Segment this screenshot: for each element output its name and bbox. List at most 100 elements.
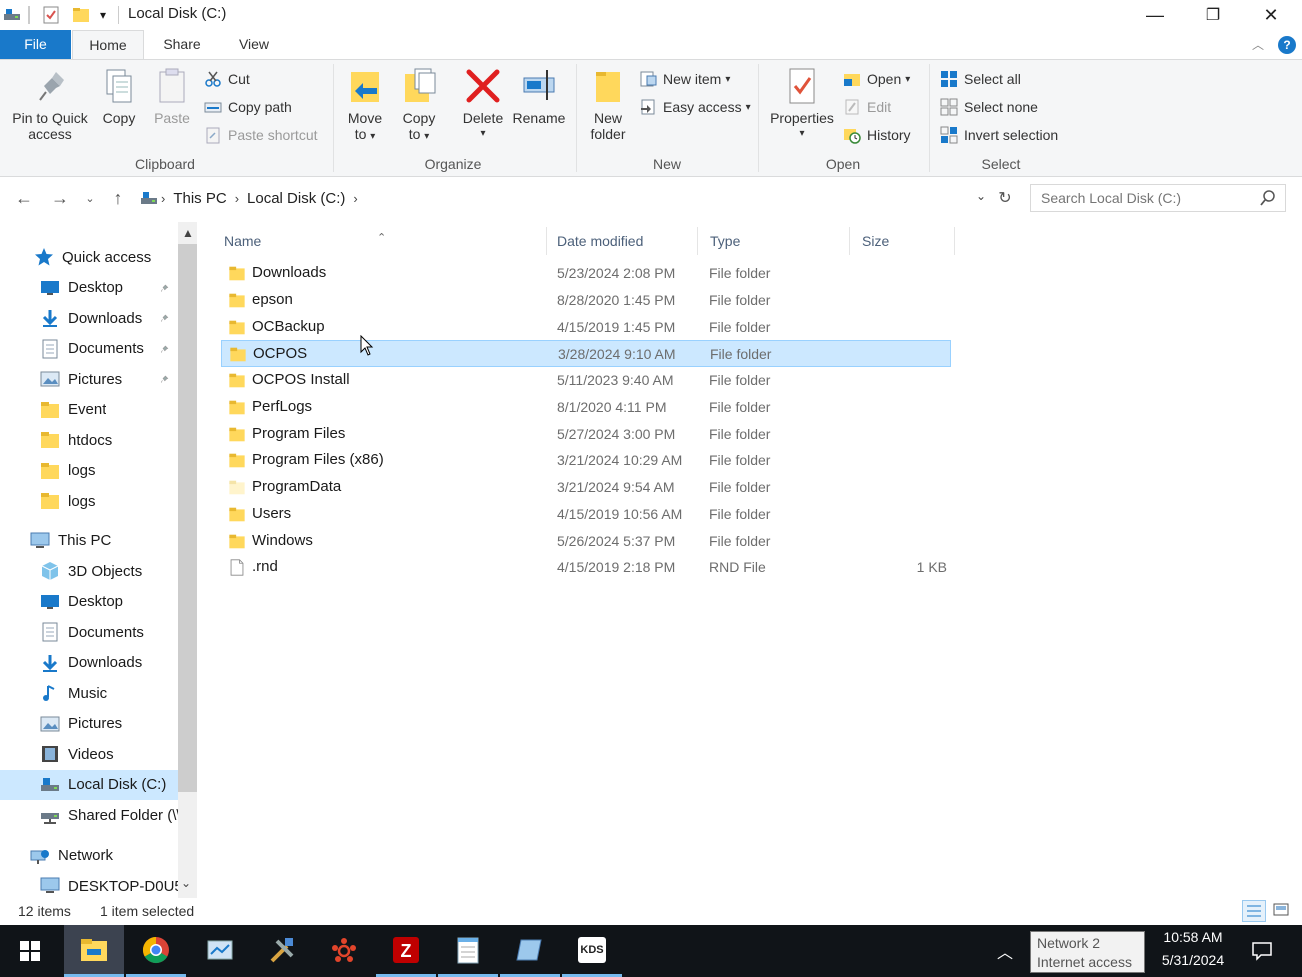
- nav-quick-item[interactable]: Documents: [0, 334, 178, 364]
- scroll-down-chevron-icon[interactable]: ⌄: [181, 876, 191, 890]
- large-icons-view-icon[interactable]: [1270, 900, 1294, 922]
- new-folder-qa-icon[interactable]: [70, 4, 92, 26]
- nav-pc-item[interactable]: Music: [0, 678, 178, 708]
- show-hidden-icons-chevron-icon[interactable]: ︿: [990, 925, 1020, 977]
- properties-button[interactable]: Properties ▾: [766, 66, 838, 142]
- nav-pc-item[interactable]: Shared Folder (\\: [0, 800, 178, 830]
- column-header-size[interactable]: Size: [850, 227, 955, 255]
- properties-check-icon[interactable]: [40, 4, 62, 26]
- file-row[interactable]: PerfLogs 8/1/2020 4:11 PM File folder: [221, 394, 951, 421]
- chrome-icon[interactable]: [126, 925, 186, 977]
- address-bar[interactable]: › This PC › Local Disk (C:) › ⌄: [132, 184, 993, 212]
- scroll-up-icon[interactable]: ▲: [182, 226, 194, 240]
- select-none-button[interactable]: Select none: [940, 96, 1038, 118]
- nav-quick-item[interactable]: Event: [0, 395, 178, 425]
- search-box[interactable]: [1030, 184, 1286, 212]
- delete-button[interactable]: Delete ▾: [456, 66, 510, 142]
- tab-home[interactable]: Home: [72, 30, 144, 59]
- qa-dropdown-icon[interactable]: ▾: [94, 4, 112, 26]
- help-icon[interactable]: ?: [1278, 36, 1296, 54]
- paste-button[interactable]: Paste: [150, 66, 194, 126]
- file-row[interactable]: Users 4/15/2019 10:56 AM File folder: [221, 501, 951, 528]
- nav-quick-item[interactable]: logs: [0, 486, 178, 516]
- rename-button[interactable]: Rename: [510, 66, 568, 126]
- tools-icon[interactable]: [252, 925, 312, 977]
- new-folder-button[interactable]: New folder: [584, 66, 632, 142]
- nav-network-item[interactable]: DESKTOP-D0U5(: [0, 871, 178, 898]
- column-header-date[interactable]: Date modified: [545, 227, 698, 255]
- restore-button[interactable]: ❐: [1184, 0, 1242, 30]
- forward-arrow-icon[interactable]: →: [48, 186, 72, 210]
- file-explorer-icon[interactable]: [64, 925, 124, 977]
- file-row[interactable]: Program Files 5/27/2024 3:00 PM File folde…: [221, 421, 951, 448]
- file-row[interactable]: Windows 5/26/2024 5:37 PM File folder: [221, 528, 951, 555]
- cut-button[interactable]: Cut: [204, 68, 250, 90]
- minimize-button[interactable]: —: [1126, 0, 1184, 30]
- new-item-button[interactable]: New item ▾: [639, 68, 730, 90]
- copy-path-button[interactable]: Copy path: [204, 96, 292, 118]
- copy-to-button[interactable]: Copy to ▾: [394, 66, 444, 145]
- nav-quick-item[interactable]: Desktop: [0, 273, 178, 303]
- edit-button[interactable]: Edit: [843, 96, 891, 118]
- file-row[interactable]: .rnd 4/15/2019 2:18 PM RND File 1 KB: [221, 554, 951, 581]
- nav-quick-item[interactable]: logs: [0, 456, 178, 486]
- details-view-icon[interactable]: [1242, 900, 1266, 922]
- back-arrow-icon[interactable]: ←: [12, 186, 36, 210]
- select-all-button[interactable]: Select all: [940, 68, 1021, 90]
- pin-to-quick-access-button[interactable]: Pin to Quick access: [6, 66, 94, 142]
- search-icon[interactable]: [1259, 189, 1277, 207]
- nav-scrollbar-thumb[interactable]: [178, 244, 197, 792]
- network-app-icon[interactable]: [314, 925, 374, 977]
- nav-pc-item[interactable]: Pictures: [0, 709, 178, 739]
- refresh-icon[interactable]: ↻: [993, 186, 1017, 210]
- address-history-dropdown-icon[interactable]: ⌄: [976, 189, 986, 203]
- tab-share[interactable]: Share: [152, 30, 212, 59]
- breadcrumb-local-disk[interactable]: Local Disk (C:): [247, 190, 345, 207]
- up-arrow-icon[interactable]: ↑: [106, 186, 130, 210]
- file-row[interactable]: OCPOS Install 5/11/2023 9:40 AM File folde…: [221, 367, 951, 394]
- nav-pc-item[interactable]: 3D Objects: [0, 556, 178, 586]
- recent-locations-chevron-icon[interactable]: ⌄: [80, 186, 100, 210]
- nav-quick-access[interactable]: Quick access: [0, 242, 178, 272]
- file-row[interactable]: epson 8/28/2020 1:45 PM File folder: [221, 287, 951, 314]
- notepad-icon[interactable]: [438, 925, 498, 977]
- file-row[interactable]: ProgramData 3/21/2024 9:54 AM File folder: [221, 474, 951, 501]
- control-panel-icon[interactable]: [190, 925, 250, 977]
- breadcrumb-chevron-icon[interactable]: ›: [235, 191, 239, 206]
- nav-pc-item[interactable]: Local Disk (C:): [0, 769, 178, 800]
- invert-selection-button[interactable]: Invert selection: [940, 124, 1058, 146]
- nav-pc-item[interactable]: Downloads: [0, 648, 178, 678]
- nav-scrollbar[interactable]: ▲: [178, 222, 197, 898]
- nav-quick-item[interactable]: htdocs: [0, 425, 178, 455]
- clock-time[interactable]: 10:58 AM: [1152, 929, 1234, 945]
- move-to-button[interactable]: Move to ▾: [340, 66, 390, 145]
- tab-view[interactable]: View: [226, 30, 282, 59]
- collapse-ribbon-icon[interactable]: ︿: [1252, 36, 1266, 52]
- nav-pc-item[interactable]: Documents: [0, 617, 178, 647]
- notifications-icon[interactable]: [1240, 925, 1284, 977]
- tab-file[interactable]: File: [0, 30, 71, 59]
- nav-quick-item[interactable]: Pictures: [0, 364, 178, 394]
- breadcrumb-chevron-icon[interactable]: ›: [353, 191, 357, 206]
- clock-date[interactable]: 5/31/2024: [1152, 952, 1234, 968]
- history-button[interactable]: History: [843, 124, 911, 146]
- easy-access-button[interactable]: Easy access ▾: [639, 96, 751, 118]
- nav-this-pc[interactable]: This PC: [0, 526, 178, 556]
- nav-pc-item[interactable]: Videos: [0, 739, 178, 769]
- copy-button[interactable]: Copy: [98, 66, 140, 126]
- column-header-name[interactable]: Name ⌃: [212, 227, 547, 255]
- nav-pc-item[interactable]: Desktop: [0, 587, 178, 617]
- file-row[interactable]: Downloads 5/23/2024 2:08 PM File folder: [221, 260, 951, 287]
- close-button[interactable]: ✕: [1242, 0, 1300, 30]
- column-header-type[interactable]: Type: [698, 227, 850, 255]
- nav-network[interactable]: Network: [0, 841, 178, 871]
- start-icon[interactable]: [0, 925, 60, 977]
- file-row[interactable]: Program Files (x86) 3/21/2024 10:29 AM Fil…: [221, 447, 951, 474]
- remote-app-icon[interactable]: [500, 925, 560, 977]
- open-button[interactable]: Open ▾: [843, 68, 910, 90]
- breadcrumb-this-pc[interactable]: This PC: [173, 190, 226, 207]
- file-row[interactable]: OCPOS 3/28/2024 9:10 AM File folder: [221, 340, 951, 368]
- nav-quick-item[interactable]: Downloads: [0, 303, 178, 333]
- drive-icon[interactable]: [2, 4, 22, 26]
- file-row[interactable]: OCBackup 4/15/2019 1:45 PM File folder: [221, 314, 951, 341]
